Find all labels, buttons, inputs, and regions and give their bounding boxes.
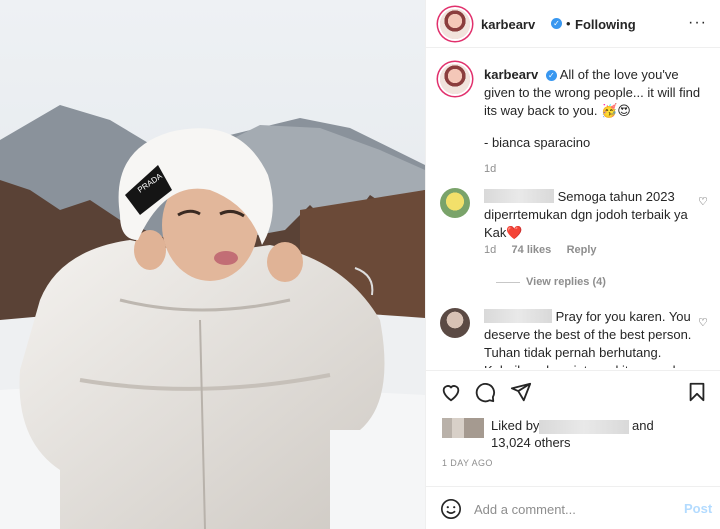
comment-like-icon[interactable]: ♡ [698, 316, 708, 329]
reply-button[interactable]: Reply [567, 244, 597, 256]
post-panel: karbearv ✓ • Following ··· karbearv ✓ Al… [425, 0, 720, 529]
comment-avatar[interactable] [440, 308, 470, 338]
share-icon[interactable] [510, 381, 532, 403]
photo-illustration: PRADA [0, 0, 425, 529]
comment-text: Semoga tahun 2023 diperrtemukan dgn jodo… [484, 189, 688, 240]
heart-icon[interactable] [440, 381, 462, 403]
likes-and: and [632, 418, 654, 433]
comment-time: 1d [484, 244, 497, 256]
separator-dot: • [566, 16, 571, 31]
comment-like-icon[interactable]: ♡ [698, 195, 708, 208]
comment-icon[interactable] [474, 381, 496, 403]
verified-icon: ✓ [551, 18, 562, 29]
view-replies-button[interactable]: View replies (4) [496, 276, 606, 288]
bookmark-icon[interactable] [686, 381, 708, 403]
caption-avatar[interactable] [440, 64, 470, 94]
post-comment-button[interactable]: Post [684, 501, 712, 516]
comment-text: Pray for you karen. You deserve the best… [484, 309, 692, 368]
likes-count[interactable]: 13,024 others [491, 435, 571, 450]
divider-line [496, 281, 520, 283]
action-bar [426, 370, 720, 410]
caption-time: 1d [484, 163, 497, 175]
post-date[interactable]: 1 DAY AGO [442, 458, 493, 468]
emoji-icon[interactable] [440, 498, 462, 520]
add-comment-bar: Post [426, 486, 720, 529]
instagram-post: PRADA karbearv ✓ • Following ··· karbear… [0, 0, 720, 529]
likes-section: Liked by and 13,024 others [426, 412, 720, 452]
author-avatar[interactable] [440, 9, 470, 39]
comment-likes[interactable]: 74 likes [512, 244, 552, 256]
post-header: karbearv ✓ • Following ··· [426, 0, 720, 48]
add-comment-input[interactable] [474, 499, 674, 519]
liked-by-label: Liked by [491, 418, 540, 433]
liked-by-avatars[interactable] [442, 418, 484, 438]
caption: karbearv ✓ All of the love you've given … [484, 66, 706, 178]
comment-meta: 1d 74 likes Reply [484, 244, 597, 256]
following-button[interactable]: Following [575, 17, 636, 32]
blurred-username[interactable] [484, 309, 552, 323]
verified-icon: ✓ [545, 70, 557, 82]
more-icon[interactable]: ··· [688, 14, 707, 32]
post-photo[interactable]: PRADA [0, 0, 425, 529]
author-username[interactable]: karbearv [481, 17, 535, 32]
blurred-liker[interactable] [539, 420, 629, 434]
comment-avatar[interactable] [440, 188, 470, 218]
caption-quote: - bianca sparacino [484, 135, 591, 150]
blurred-username[interactable] [484, 189, 554, 203]
caption-username[interactable]: karbearv [484, 67, 538, 82]
